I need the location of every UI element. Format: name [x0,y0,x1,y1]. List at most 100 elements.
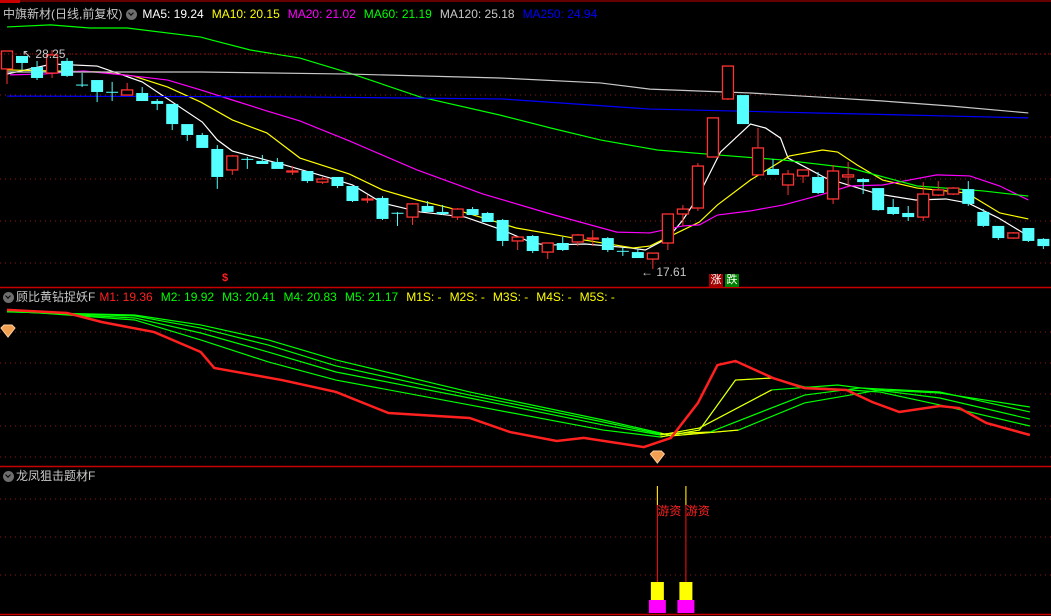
candle-body [481,212,494,223]
candle-down[interactable] [241,156,254,169]
candle-down[interactable] [887,198,900,216]
candle-down[interactable] [76,73,89,88]
candle-down[interactable] [601,237,614,253]
candle-down[interactable] [616,247,629,256]
signal-pane[interactable]: 游资 游资 [648,486,710,613]
hot-money-signal[interactable]: 游资 [677,486,710,613]
ma60-line [6,24,1029,197]
candle-up[interactable] [511,236,524,250]
candle-body [947,187,960,195]
candle-up[interactable] [691,162,705,211]
candle-down[interactable] [496,218,509,247]
candle-down[interactable] [556,237,569,252]
candle-down[interactable] [812,172,825,195]
candle-up[interactable] [541,242,554,260]
candle-up[interactable] [661,213,675,250]
candle-up[interactable] [781,169,795,196]
candle-down[interactable] [271,158,284,169]
candle-down[interactable] [391,211,404,226]
candle-up[interactable] [796,169,810,183]
candle-down[interactable] [181,124,194,141]
ma120-line [7,71,1029,114]
candle-body [91,80,104,92]
indicator-title: 顾比黄钻捉妖F [16,290,96,304]
candle-body [0,50,14,70]
candle-body [917,193,930,218]
candle-body [977,211,990,226]
candle-up[interactable] [751,127,765,176]
candle-up[interactable] [0,50,14,84]
candle-down[interactable] [962,181,975,206]
candle-down[interactable] [436,204,449,216]
oscillator-pane[interactable] [0,308,1031,464]
candle-up[interactable] [286,166,299,175]
osc-legend-m1s: M1S: - [406,290,442,304]
diamond-signal-icon[interactable] [0,324,16,338]
candle-up[interactable] [1007,232,1020,239]
diamond-signal-icon[interactable] [649,450,666,464]
candle-down[interactable] [91,80,104,103]
candle-up[interactable] [676,204,690,226]
ma250-line [6,95,1029,119]
candle-down[interactable] [977,209,990,227]
candle-down[interactable] [992,225,1005,240]
candle-down[interactable] [481,211,494,223]
oscillator-pane-header: 顾比黄钻捉妖F M1: 19.36 M2: 19.92 M3: 20.41 M4: 2… [0,289,623,305]
candle-body [286,170,299,173]
candle-down[interactable] [196,132,209,148]
candle-down[interactable] [631,248,644,259]
candle-up[interactable] [316,176,329,184]
candle-up[interactable] [826,165,840,204]
candle-down[interactable] [1022,227,1035,242]
candle-down[interactable] [346,186,359,203]
candle-down[interactable] [376,196,389,220]
stock-chart[interactable]: ↖ 28.25 ← 17.61 游资 游资 [0,0,1051,616]
candle-up[interactable] [706,117,720,158]
candle-down[interactable] [166,103,179,131]
candle-up[interactable] [451,208,464,220]
candle-down[interactable] [31,60,44,81]
settings-dropdown-icon[interactable] [126,8,138,20]
fall-marker[interactable]: 跌 [725,274,739,287]
candle-up[interactable] [947,187,960,196]
candle-down[interactable] [136,87,149,102]
candle-down[interactable] [301,170,314,183]
candle-down[interactable] [256,154,269,164]
candle-body [721,65,735,100]
candle-body [826,170,840,200]
candle-down[interactable] [902,205,915,221]
candle-body [406,203,419,218]
ma-legend-ma60: MA60: 21.19 [363,7,432,21]
candle-body [196,134,209,148]
candle-up[interactable] [226,154,239,175]
candle-down[interactable] [767,159,780,175]
candle-down[interactable] [1037,238,1050,249]
hot-money-signal[interactable]: 游资 [648,486,682,613]
candle-down[interactable] [421,201,434,212]
price-pane[interactable]: ↖ 28.25 ← 17.61 [0,24,1051,279]
candle-body [706,117,720,158]
candle-down[interactable] [466,206,479,216]
dollar-marker[interactable]: $ [222,272,228,285]
candle-body [496,219,509,241]
candle-up[interactable] [121,82,134,96]
candle-body [316,178,329,183]
candle-down[interactable] [331,176,344,189]
candle-down[interactable] [872,188,885,211]
candle-down[interactable] [736,95,749,125]
settings-dropdown-icon[interactable] [3,470,14,482]
candle-body [631,252,644,259]
candle-up[interactable] [932,181,945,197]
candle-down[interactable] [151,98,164,111]
candle-body [526,236,539,252]
candle-down[interactable] [211,145,224,189]
candle-down[interactable] [526,234,539,254]
candle-up[interactable] [406,203,419,225]
candle-down[interactable] [106,81,119,102]
candle-up[interactable] [586,230,599,247]
candle-up[interactable] [721,65,735,100]
m2-line [6,309,1030,438]
rise-marker[interactable]: 涨 [709,274,723,287]
candle-body [391,212,404,214]
settings-dropdown-icon[interactable] [3,291,14,303]
